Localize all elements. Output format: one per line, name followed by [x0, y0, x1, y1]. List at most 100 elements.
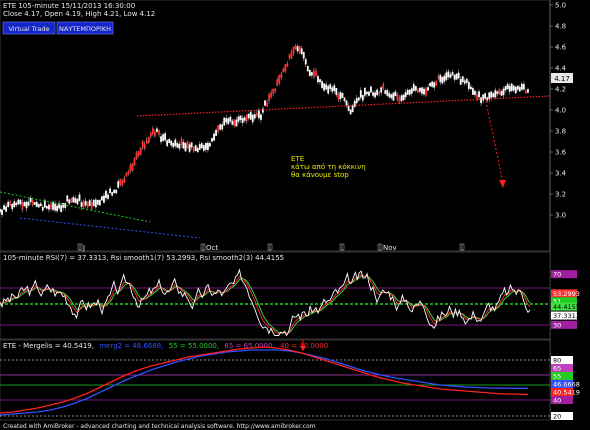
virtual-trade-button[interactable]: Virtual Trade [2, 21, 56, 35]
candle-body [416, 88, 419, 93]
candle-body [174, 139, 177, 147]
candle-body [323, 83, 326, 91]
price-tick: 4.4 [555, 65, 567, 73]
candle-body [90, 201, 93, 210]
merg-label: 40 [553, 397, 561, 405]
candle-body [427, 87, 429, 91]
candle-body [103, 195, 105, 203]
candle-body [237, 116, 240, 122]
svg-text:Virtual Trade: Virtual Trade [8, 25, 49, 33]
candle-body [516, 85, 519, 90]
candle-body [66, 195, 69, 202]
candle-body [245, 114, 248, 122]
candle-body [398, 97, 401, 102]
candle-body [512, 85, 515, 91]
candle-body [149, 132, 152, 137]
candle-body [288, 54, 291, 58]
candle-body [180, 139, 183, 146]
candle-body [113, 189, 116, 194]
candle-body [60, 205, 63, 213]
candle-body [496, 91, 499, 94]
candle-body [321, 81, 323, 88]
candle-body [92, 199, 95, 206]
candle-body [443, 75, 446, 82]
candle-body [96, 200, 99, 205]
candle-body [374, 92, 376, 98]
candle-body [282, 68, 285, 73]
mergelis-panel [0, 339, 551, 421]
candle-body [160, 136, 162, 143]
candle-body [492, 93, 495, 98]
candle-body [123, 178, 126, 183]
candle-body [172, 142, 175, 148]
candle-body [227, 118, 230, 125]
candle-body [394, 91, 397, 97]
candle-body [135, 152, 138, 160]
candle-body [204, 142, 207, 150]
candle-body [253, 114, 256, 119]
candle-body [56, 205, 58, 212]
naftemporiki-button[interactable]: ΝΑΥΤΕΜΠΟΡΙΚΗ [56, 21, 114, 35]
candle-body [357, 97, 360, 101]
price-tick: 3.8 [555, 128, 566, 136]
candle-body [268, 94, 270, 101]
candle-body [68, 199, 71, 204]
candle-body [141, 141, 144, 148]
candle-body [72, 197, 75, 203]
candle-body [176, 143, 179, 148]
candle-body [451, 72, 454, 76]
candle-body [480, 97, 482, 104]
candle-body [474, 90, 476, 95]
candle-body [207, 142, 209, 150]
candle-body [101, 196, 103, 201]
candle-body [200, 143, 203, 149]
candle-body [241, 118, 244, 123]
candle-body [347, 105, 350, 111]
candle-body [410, 88, 413, 94]
mergelis-axis-labels: 80655546.666840.541940 20 [551, 356, 580, 421]
candle-body [215, 129, 217, 136]
candle-body [376, 89, 379, 96]
candle-body [217, 125, 220, 132]
price-tick: 3.4 [555, 170, 567, 178]
candle-body [290, 52, 293, 59]
candle-body [490, 91, 493, 98]
candle-body [386, 90, 389, 96]
candle-body [249, 111, 252, 120]
candle-body [166, 140, 169, 146]
merg-label: 65 [553, 365, 561, 373]
candle-body [196, 148, 199, 153]
candle-body [23, 202, 26, 206]
candle-body [463, 80, 466, 84]
candle-body [527, 89, 529, 93]
rsi-label: 70 [553, 271, 561, 279]
rsi-axis-labels: 7053.29935144.415537.331330 [551, 270, 580, 329]
candle-body [21, 202, 24, 210]
candle-body [178, 143, 181, 149]
candle-body [239, 115, 242, 121]
candle-body [192, 146, 195, 152]
footer-text: Created with AmiBroker - advanced charti… [3, 423, 316, 430]
candle-body [143, 144, 146, 149]
candle-body [467, 81, 470, 89]
date-mark-label: J [82, 244, 85, 252]
candle-body [329, 84, 332, 89]
candle-body [235, 119, 238, 127]
candle-body [262, 108, 264, 113]
candle-body [147, 136, 150, 143]
price-tick: 4.6 [555, 44, 567, 52]
candle-body [231, 120, 234, 125]
candle-body [382, 84, 385, 89]
price-tick: 4.2 [555, 86, 566, 94]
candle-body [317, 76, 319, 83]
candle-body [209, 143, 211, 147]
candle-body [469, 86, 472, 90]
candle-body [388, 93, 391, 98]
candle-body [251, 114, 254, 123]
candle-body [306, 66, 309, 72]
candle-body [156, 128, 158, 132]
candle-body [74, 198, 77, 203]
candle-body [286, 63, 289, 67]
candle-body [368, 91, 370, 96]
date-mark-label: Nov [383, 244, 397, 252]
